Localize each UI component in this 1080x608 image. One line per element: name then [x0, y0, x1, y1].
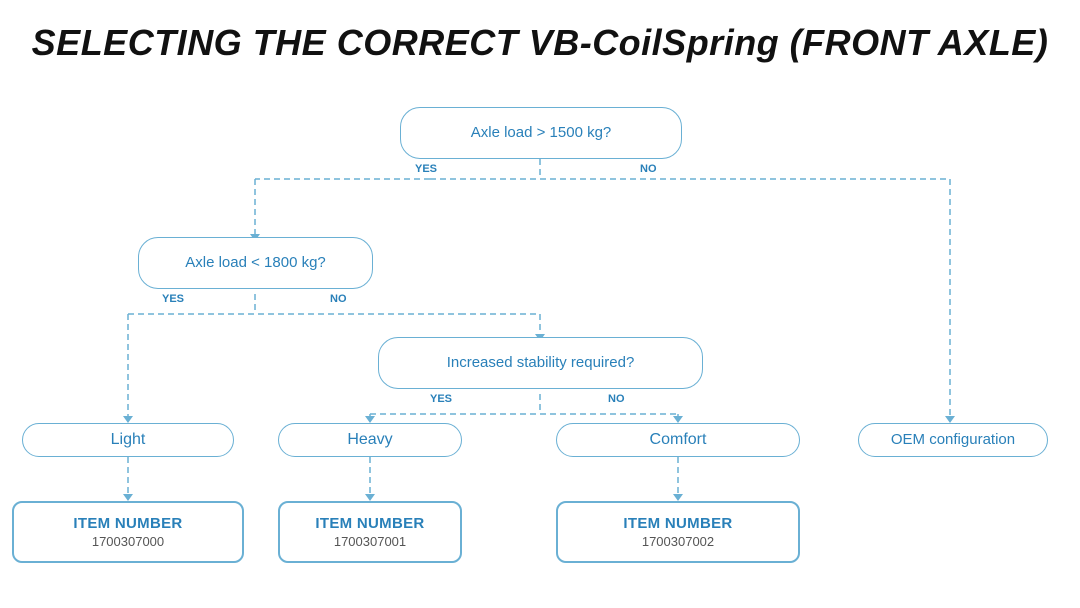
page: SELECTING THE CORRECT VB-CoilSpring (FRO…: [0, 0, 1080, 608]
page-title: SELECTING THE CORRECT VB-CoilSpring (FRO…: [0, 0, 1080, 74]
q1-no-label: NO: [640, 163, 657, 175]
question-2: Axle load < 1800 kg?: [138, 237, 373, 289]
q1-yes-label: YES: [415, 163, 437, 175]
q2-yes-label: YES: [162, 293, 184, 305]
q3-no-label: NO: [608, 393, 625, 405]
item-1700307001: ITEM NUMBER 1700307001: [278, 501, 462, 563]
question-3: Increased stability required?: [378, 337, 703, 389]
q2-no-label: NO: [330, 293, 347, 305]
result-comfort: Comfort: [556, 423, 800, 457]
result-light: Light: [22, 423, 234, 457]
item-1700307000: ITEM NUMBER 1700307000: [12, 501, 244, 563]
question-1: Axle load > 1500 kg?: [400, 107, 682, 159]
result-oem: OEM configuration: [858, 423, 1048, 457]
diagram-area: Axle load > 1500 kg? YES NO Axle load < …: [0, 79, 1080, 569]
q3-yes-label: YES: [430, 393, 452, 405]
result-heavy: Heavy: [278, 423, 462, 457]
item-1700307002: ITEM NUMBER 1700307002: [556, 501, 800, 563]
